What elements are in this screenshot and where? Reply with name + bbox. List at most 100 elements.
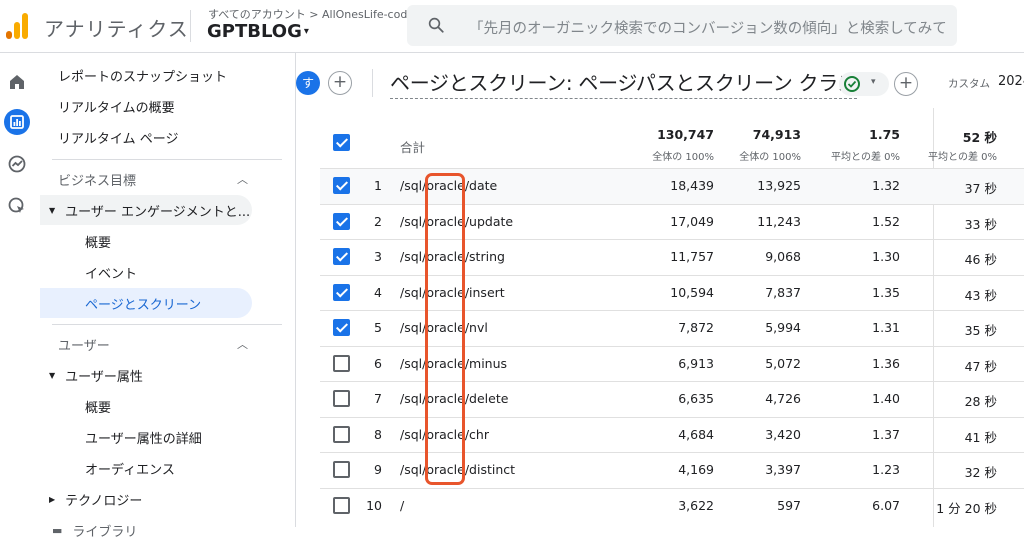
page-path-link[interactable]: /sql/oracle/minus bbox=[400, 356, 507, 371]
nav-group-user-attributes[interactable]: ▼ ユーザー属性 bbox=[49, 360, 143, 390]
caret-down-icon: ▾ bbox=[871, 77, 876, 87]
row-index: 6 bbox=[374, 355, 382, 371]
nav-item-user-overview[interactable]: 概要 bbox=[85, 391, 111, 421]
status-dropdown[interactable]: ▾ bbox=[839, 72, 889, 96]
explore-icon[interactable] bbox=[4, 151, 30, 177]
date-range-label[interactable]: カスタム bbox=[948, 76, 990, 91]
row-checkbox[interactable] bbox=[333, 177, 350, 194]
row-divider bbox=[320, 381, 1024, 382]
check-circle-icon bbox=[844, 76, 860, 92]
metric-cell: 6,913 bbox=[678, 355, 714, 371]
metric-cell: 1.36 bbox=[872, 355, 900, 371]
total-value: 130,747 bbox=[657, 127, 714, 142]
analytics-logo-icon[interactable] bbox=[6, 13, 30, 39]
nav-item-snapshot[interactable]: レポートのスナップショット bbox=[58, 60, 227, 90]
nav-item-realtime-pages[interactable]: リアルタイム ページ bbox=[58, 122, 178, 152]
row-divider bbox=[320, 239, 1024, 240]
page-path-link[interactable]: /sql/oracle/string bbox=[400, 249, 505, 264]
top-bar: アナリティクス すべてのアカウント > AllOnesLife-code GPT… bbox=[0, 0, 1024, 53]
search-bar[interactable]: 「先月のオーガニック検索でのコンバージョン数の傾向」と検索してみてく... bbox=[407, 5, 957, 46]
property-selector[interactable]: GPTBLOG ▾ bbox=[207, 21, 309, 42]
row-checkbox[interactable] bbox=[333, 425, 350, 443]
metric-cell: 5,072 bbox=[765, 355, 801, 371]
reports-icon[interactable] bbox=[4, 109, 30, 135]
advertising-icon[interactable] bbox=[4, 193, 30, 219]
page-path-link[interactable]: /sql/oracle/delete bbox=[400, 391, 508, 406]
folder-icon: ▬ bbox=[52, 523, 63, 537]
total-subtext: 全体の 100% bbox=[739, 152, 801, 163]
metric-cell: 5,994 bbox=[765, 320, 801, 335]
nav-group-user-attributes-label: ユーザー属性 bbox=[65, 369, 143, 385]
date-range-value[interactable]: 2024 bbox=[998, 74, 1024, 89]
nav-item-realtime-overview[interactable]: リアルタイムの概要 bbox=[58, 91, 175, 121]
metric-cell: 1.31 bbox=[872, 320, 900, 335]
row-checkbox[interactable] bbox=[333, 461, 350, 478]
header-divider bbox=[372, 69, 373, 97]
metric-cell: 6.07 bbox=[872, 497, 900, 513]
metric-cell: 1.30 bbox=[872, 249, 900, 264]
metric-cell: 597 bbox=[777, 497, 801, 513]
metric-cell: 10,594 bbox=[670, 284, 714, 300]
metric-cell: 18,439 bbox=[670, 178, 714, 193]
page-title[interactable]: ページとスクリーン: ページパスとスクリーン クラス bbox=[390, 67, 858, 99]
row-divider bbox=[320, 203, 1024, 205]
select-all-checkbox[interactable] bbox=[333, 134, 350, 151]
account-breadcrumb[interactable]: すべてのアカウント > AllOnesLife-code bbox=[208, 6, 414, 22]
icon-rail bbox=[0, 53, 40, 527]
metric-cell: 35 秒 bbox=[964, 323, 997, 338]
nav-item-audiences[interactable]: オーディエンス bbox=[85, 453, 175, 483]
row-index: 5 bbox=[374, 320, 382, 335]
home-icon[interactable] bbox=[4, 69, 30, 95]
nav-section-business-label: ビジネス目標 bbox=[58, 173, 137, 189]
nav-item-engagement-overview[interactable]: 概要 bbox=[85, 226, 111, 256]
total-subtext: 全体の 100% bbox=[652, 152, 714, 163]
row-index: 4 bbox=[374, 284, 382, 300]
metric-cell: 41 秒 bbox=[964, 429, 997, 445]
nav-item-pages-screens[interactable]: ページとスクリーン bbox=[40, 288, 252, 318]
nav-item-events[interactable]: イベント bbox=[85, 257, 137, 287]
metric-cell: 4,726 bbox=[765, 391, 801, 406]
row-checkbox[interactable] bbox=[333, 319, 350, 336]
nav-group-technology[interactable]: ▶ テクノロジー bbox=[49, 484, 142, 514]
page-path-link[interactable]: / bbox=[400, 498, 404, 513]
add-comparison-button[interactable]: + bbox=[328, 71, 352, 95]
add-filter-button[interactable]: + bbox=[894, 72, 918, 96]
search-icon bbox=[428, 17, 444, 33]
nav-section-user-label: ユーザー bbox=[58, 338, 110, 354]
page-path-link[interactable]: /sql/oracle/nvl bbox=[400, 320, 488, 335]
nav-section-user[interactable]: ユーザー ︿ bbox=[58, 329, 248, 359]
triangle-down-icon: ▼ bbox=[49, 205, 56, 215]
chevron-up-icon: ︿ bbox=[237, 173, 248, 186]
page-path-link[interactable]: /sql/oracle/insert bbox=[400, 285, 505, 300]
row-checkbox[interactable] bbox=[333, 212, 350, 230]
property-name: GPTBLOG bbox=[207, 21, 302, 42]
metric-cell: 3,622 bbox=[678, 497, 714, 513]
triangle-right-icon: ▶ bbox=[49, 494, 56, 504]
side-navigation: レポートのスナップショット リアルタイムの概要 リアルタイム ページ ビジネス目… bbox=[40, 53, 296, 540]
caret-down-icon: ▾ bbox=[303, 26, 309, 37]
total-value: 1.75 bbox=[869, 127, 900, 142]
metric-cell: 4,684 bbox=[678, 426, 714, 442]
total-value: 52 秒 bbox=[962, 130, 997, 145]
page-path-link[interactable]: /sql/oracle/chr bbox=[400, 427, 489, 442]
row-checkbox[interactable] bbox=[333, 248, 350, 265]
row-index: 2 bbox=[374, 213, 382, 229]
row-checkbox[interactable] bbox=[333, 283, 350, 301]
row-divider bbox=[320, 274, 1024, 276]
comparison-avatar[interactable]: す bbox=[296, 71, 320, 95]
row-divider bbox=[320, 452, 1024, 453]
nav-item-library[interactable]: ▬ ライブラリ bbox=[52, 515, 137, 545]
metric-cell: 9,068 bbox=[765, 249, 801, 264]
page-path-link[interactable]: /sql/oracle/distinct bbox=[400, 462, 515, 477]
page-path-link[interactable]: /sql/oracle/date bbox=[400, 178, 497, 193]
metric-cell: 47 秒 bbox=[964, 358, 997, 374]
total-subtext: 平均との差 0% bbox=[928, 152, 997, 163]
nav-item-user-details[interactable]: ユーザー属性の詳細 bbox=[85, 422, 202, 452]
metric-cell: 32 秒 bbox=[964, 465, 997, 480]
nav-section-business[interactable]: ビジネス目標 ︿ bbox=[58, 164, 248, 194]
row-checkbox[interactable] bbox=[333, 354, 350, 372]
row-checkbox[interactable] bbox=[333, 496, 350, 514]
page-path-link[interactable]: /sql/oracle/update bbox=[400, 214, 513, 229]
nav-group-engagement[interactable]: ▼ ユーザー エンゲージメントと... bbox=[40, 195, 252, 225]
row-checkbox[interactable] bbox=[333, 390, 350, 407]
